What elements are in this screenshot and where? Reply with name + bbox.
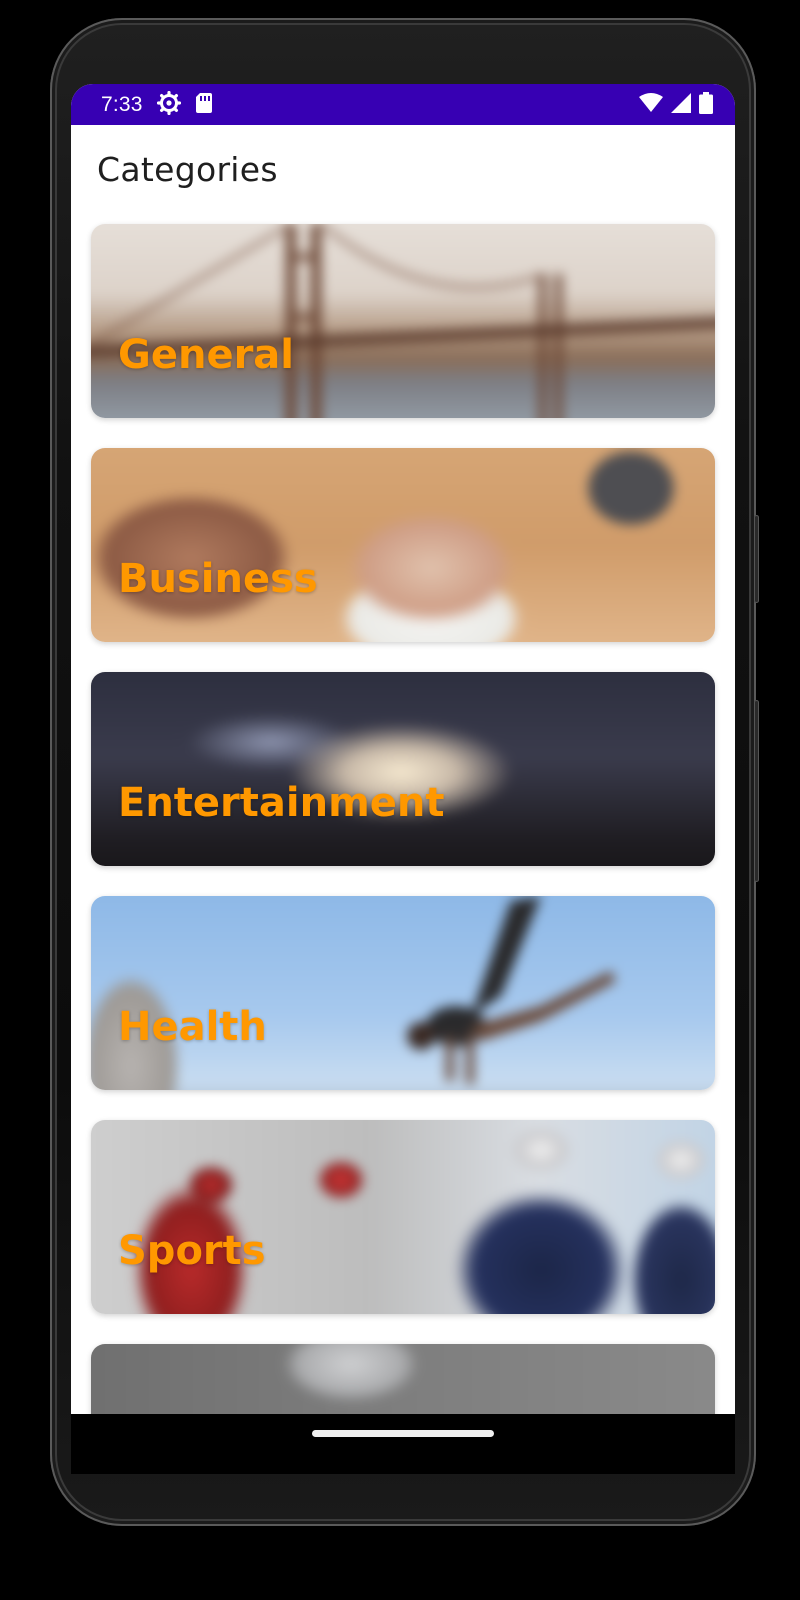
health-photo — [91, 896, 715, 1090]
power-button — [754, 700, 759, 882]
entertainment-photo — [91, 672, 715, 866]
signal-icon — [671, 92, 691, 117]
category-label: Business — [118, 556, 318, 602]
category-list[interactable]: General Business Entertainment Health Sp… — [91, 224, 715, 1414]
category-card-entertainment[interactable]: Entertainment — [91, 672, 715, 866]
volume-button — [754, 515, 759, 603]
wifi-icon — [639, 92, 663, 117]
app-screen: 7:33 Categories General Business Enterta… — [71, 84, 735, 1414]
battery-icon — [699, 91, 713, 118]
sim-card-icon — [195, 92, 213, 118]
category-card-business[interactable]: Business — [91, 448, 715, 642]
category-label: General — [118, 332, 294, 378]
category-label: Entertainment — [118, 780, 445, 826]
general-photo — [91, 224, 715, 418]
category-card-sports[interactable]: Sports — [91, 1120, 715, 1314]
category-card-partial[interactable] — [91, 1344, 715, 1414]
sports-photo — [91, 1120, 715, 1314]
category-card-general[interactable]: General — [91, 224, 715, 418]
status-time: 7:33 — [101, 92, 143, 116]
home-gesture-handle[interactable] — [312, 1430, 494, 1437]
settings-icon — [156, 90, 181, 119]
category-label: Sports — [118, 1228, 266, 1274]
navigation-bar — [71, 1414, 735, 1474]
category-label: Health — [118, 1004, 267, 1050]
category-card-health[interactable]: Health — [91, 896, 715, 1090]
business-photo — [91, 448, 715, 642]
page-title: Categories — [97, 150, 278, 189]
status-bar: 7:33 — [71, 84, 735, 125]
partial-photo — [91, 1344, 715, 1414]
